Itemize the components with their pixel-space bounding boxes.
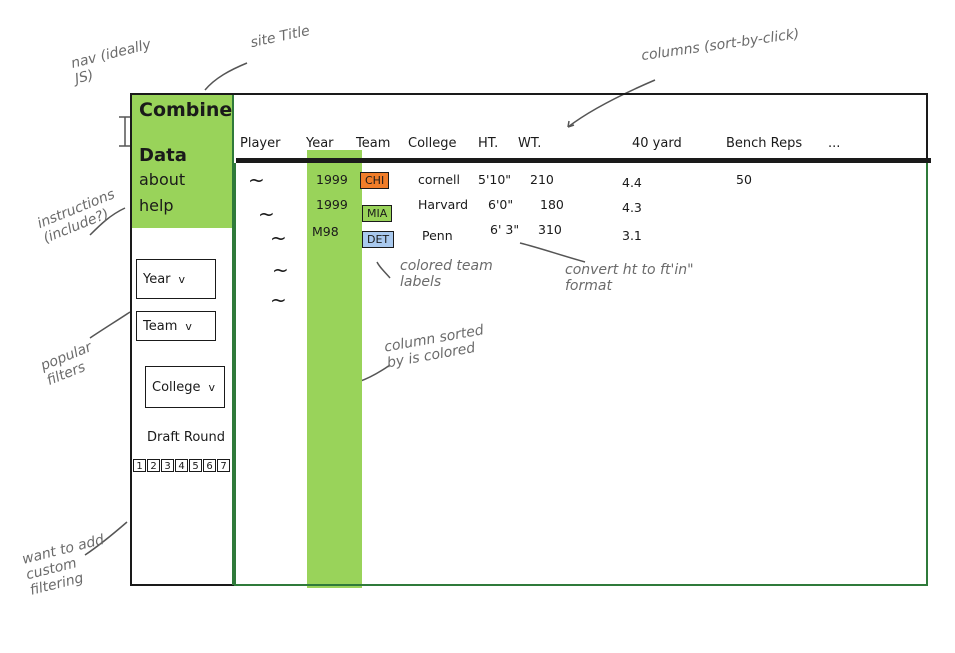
column-header-team[interactable]: Team — [356, 136, 390, 151]
year-filter[interactable]: Year v — [136, 259, 216, 299]
bench-cell: 50 — [736, 172, 752, 187]
college-cell: Harvard — [418, 197, 469, 212]
forty-cell: 3.1 — [622, 228, 642, 243]
column-header-year[interactable]: Year — [306, 136, 334, 151]
ht-cell: 6' 3" — [490, 222, 520, 237]
column-header-bench[interactable]: Bench Reps — [726, 136, 802, 151]
year-cell: 1999 — [316, 172, 348, 187]
draft-round-selector: 1 2 3 4 5 6 7 — [133, 459, 231, 472]
player-cell: ~ — [258, 202, 275, 226]
column-header-wt[interactable]: WT. — [518, 136, 541, 151]
draft-round-6[interactable]: 6 — [203, 459, 216, 472]
instructions-note: instructions (include?) — [35, 186, 118, 247]
team-filter[interactable]: Team v — [136, 311, 216, 341]
player-cell: ~ — [248, 168, 265, 192]
columns-note: columns (sort-by-click) — [640, 26, 801, 65]
draft-round-2[interactable]: 2 — [147, 459, 160, 472]
header-rule — [236, 158, 931, 163]
site-title-note: site Title — [249, 22, 312, 52]
nav-item-about[interactable]: about — [139, 170, 185, 189]
nav-item-data[interactable]: Data — [139, 145, 187, 166]
column-header-ht[interactable]: HT. — [478, 136, 498, 151]
college-cell: cornell — [418, 172, 460, 187]
draft-round-4[interactable]: 4 — [175, 459, 188, 472]
column-header-more[interactable]: ... — [828, 136, 840, 151]
column-header-40yard[interactable]: 40 yard — [632, 136, 682, 151]
player-cell: ~ — [270, 226, 287, 250]
site-title[interactable]: Combine — [139, 99, 232, 121]
ht-cell: 5'10" — [478, 172, 512, 187]
nav-note: nav (ideally JS) — [69, 36, 153, 88]
draft-round-label: Draft Round — [147, 430, 226, 445]
column-header-player[interactable]: Player — [240, 136, 280, 151]
wt-cell: 310 — [538, 222, 562, 237]
popular-filters-note: popular filters — [38, 339, 95, 389]
year-cell: 1999 — [316, 197, 348, 212]
wt-cell: 180 — [540, 197, 564, 212]
wt-cell: 210 — [530, 172, 554, 187]
team-filter-label: Team — [143, 318, 178, 334]
ht-cell: 6'0" — [488, 197, 514, 212]
custom-filtering-note: want to add custom filtering — [20, 531, 106, 599]
player-cell: ~ — [270, 288, 287, 312]
draft-round-3[interactable]: 3 — [161, 459, 174, 472]
draft-round-7[interactable]: 7 — [217, 459, 230, 472]
chevron-down-icon: v — [178, 272, 186, 286]
college-filter-label: College — [152, 379, 201, 395]
team-label-det: DET — [362, 231, 395, 248]
column-header-college[interactable]: College — [408, 136, 457, 151]
year-cell: M98 — [312, 224, 339, 239]
forty-cell: 4.4 — [622, 175, 642, 190]
team-label-chi: CHI — [360, 172, 390, 189]
player-cell: ~ — [272, 258, 289, 282]
chevron-down-icon: v — [208, 380, 216, 394]
college-filter[interactable]: College v — [145, 366, 225, 408]
nav-item-help[interactable]: help — [139, 196, 174, 215]
team-label-mia: MIA — [362, 205, 393, 222]
chevron-down-icon: v — [185, 319, 192, 333]
draft-round-1[interactable]: 1 — [133, 459, 146, 472]
year-filter-label: Year — [143, 271, 171, 287]
draft-round-5[interactable]: 5 — [189, 459, 202, 472]
table-header: Player Year Team College HT. WT. 40 yard… — [240, 136, 930, 160]
college-cell: Penn — [422, 228, 453, 243]
forty-cell: 4.3 — [622, 200, 642, 215]
